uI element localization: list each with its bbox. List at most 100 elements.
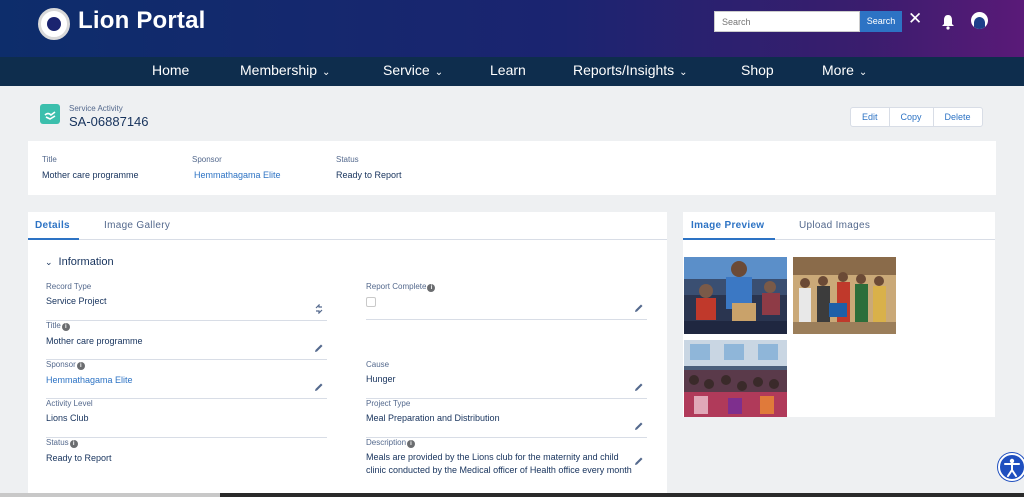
summary-title: Title Mother care programme [42,155,139,180]
record-type-label: Service Activity [69,104,123,113]
nav-item-shop[interactable]: Shop [741,57,774,86]
info-icon[interactable]: i [407,440,416,448]
horizontal-scrollbar[interactable] [0,493,1024,497]
chevron-down-icon: ⌄ [679,67,688,78]
nav-item-service[interactable]: Service ⌄ [383,57,443,86]
nav-item-learn[interactable]: Learn [490,57,526,86]
record-id: SA-06887146 [69,114,149,129]
tab-image-gallery[interactable]: Image Gallery [104,220,170,231]
project-type-value: Meal Preparation and Distribution [366,413,500,423]
edit-pencil-icon[interactable] [634,382,644,392]
title-label: Title i [46,321,327,331]
nav-item-membership[interactable]: Membership ⌄ [240,57,330,86]
field-description: Description i Meals are provided by the L… [366,438,647,497]
gallery-photo[interactable] [684,340,787,417]
chevron-down-icon: ⌄ [858,67,868,78]
section-information[interactable]: ⌄ Information [45,256,114,268]
report-complete-label: Report Complete i [366,282,647,292]
cause-label: Cause [366,360,390,369]
tab-details[interactable]: Details [35,220,70,231]
accessibility-icon[interactable] [998,453,1024,481]
section-title: Information [58,256,114,268]
info-icon[interactable]: i [61,323,70,331]
status-value: Ready to Report [46,453,112,463]
field-sponsor: Sponsor i Hemmathagama Elite [46,360,327,399]
search-button[interactable]: Search [860,11,902,32]
field-activity-level: Activity Level Lions Club [46,399,327,438]
sponsor-label: Sponsor i [46,360,327,370]
chevron-down-icon: ⌄ [45,257,53,267]
scrollbar-thumb[interactable] [0,493,220,497]
field-status: Status i Ready to Report [46,438,327,477]
edit-pencil-icon[interactable] [634,456,644,466]
project-type-label: Project Type [366,399,411,408]
lions-logo-icon[interactable] [38,8,70,40]
title-value: Mother care programme [46,336,143,346]
edit-pencil-icon[interactable] [634,421,644,431]
status-label: Status i [46,438,327,448]
avatar-icon[interactable] [971,12,988,29]
nav-item-more[interactable]: More ⌄ [822,57,867,86]
info-icon[interactable]: i [76,362,85,370]
nav-item-home[interactable]: Home [152,57,189,86]
edit-pencil-icon[interactable] [314,382,324,392]
delete-button[interactable]: Delete [934,108,982,126]
details-tabs: Details Image Gallery [28,212,667,240]
edit-pencil-icon[interactable] [314,343,324,353]
activity-level-value: Lions Club [46,413,89,423]
nav-label: Membership [240,62,318,78]
info-icon[interactable]: i [69,440,78,448]
change-record-type-icon[interactable] [314,304,324,314]
edit-button[interactable]: Edit [851,108,890,126]
nav-label: Home [152,62,190,78]
description-value: Meals are provided by the Lions club for… [366,452,632,475]
copy-button[interactable]: Copy [890,108,934,126]
service-activity-icon [40,104,60,124]
nav-label: Reports/Insights [573,62,675,78]
nav-label: Service [383,62,430,78]
top-header: Lion Portal Search ✕ [0,0,1024,57]
summary-status-value: Ready to Report [336,170,402,180]
active-tab-indicator [683,238,775,240]
summary-sponsor-label: Sponsor [192,155,222,164]
portal-brand[interactable]: Lion Portal [78,7,206,35]
edit-pencil-icon[interactable] [634,303,644,313]
image-card: Image Preview Upload Images [683,212,995,417]
chevron-down-icon: ⌄ [322,67,331,78]
bell-icon[interactable] [941,14,955,30]
summary-title-value: Mother care programme [42,170,139,180]
summary-sponsor-link[interactable]: Hemmathagama Elite [194,170,281,180]
gallery-photo[interactable] [684,257,787,334]
active-tab-indicator [28,238,79,240]
sponsor-link[interactable]: Hemmathagama Elite [46,375,327,385]
activity-level-label: Activity Level [46,399,93,408]
field-report-complete: Report Complete i [366,282,647,320]
info-icon[interactable]: i [427,284,436,292]
record-header: Service Activity SA-06887146 Edit Copy D… [28,92,996,134]
details-card: Details Image Gallery ⌄ Information Recor… [28,212,667,497]
record-actions: Edit Copy Delete [850,107,983,127]
nav-item-reports-insights[interactable]: Reports/Insights ⌄ [573,57,688,86]
field-cause: Cause Hunger [366,360,647,399]
gallery-photo[interactable] [793,257,896,334]
field-project-type: Project Type Meal Preparation and Distri… [366,399,647,438]
image-tabs: Image Preview Upload Images [683,212,995,240]
summary-sponsor: Sponsor Hemmathagama Elite [192,155,281,180]
record-summary: Title Mother care programme Sponsor Hemm… [28,141,996,195]
record-type-value: Service Project [46,296,107,306]
tab-image-preview[interactable]: Image Preview [691,220,764,231]
summary-status-label: Status [336,155,359,164]
close-icon[interactable]: ✕ [908,9,922,29]
main-nav: Home Membership ⌄ Service ⌄ Learn Reports/… [0,57,1024,86]
report-complete-checkbox[interactable] [366,297,376,307]
field-record-type: Record Type Service Project [46,282,327,321]
nav-label: Learn [490,62,526,78]
nav-label: Shop [741,62,774,78]
tab-upload-images[interactable]: Upload Images [799,220,870,231]
summary-status: Status Ready to Report [336,155,402,180]
chevron-down-icon: ⌄ [434,67,444,78]
record-type-label: Record Type [46,282,92,291]
summary-title-label: Title [42,155,57,164]
cause-value: Hunger [366,374,396,384]
search-input[interactable] [714,11,860,32]
